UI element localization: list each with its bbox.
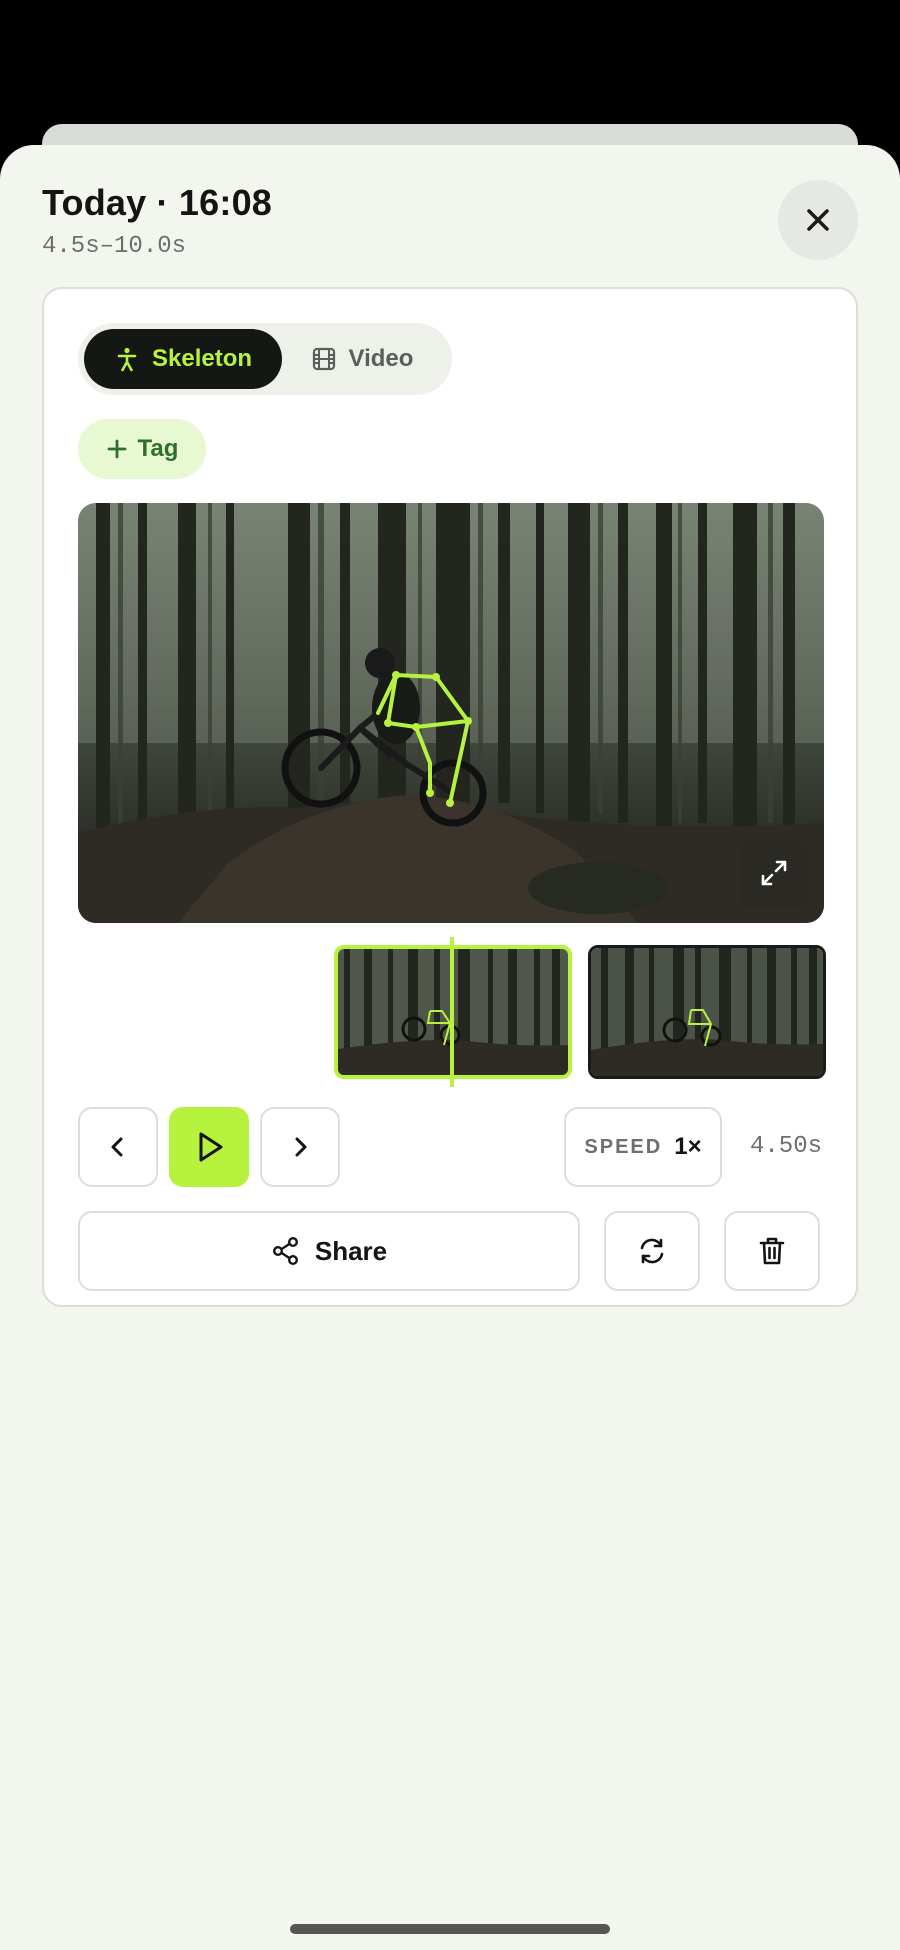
frame-thumbnail	[591, 948, 823, 1076]
share-icon	[272, 1237, 298, 1266]
delete-button[interactable]	[724, 1211, 820, 1291]
fullscreen-button[interactable]	[740, 839, 808, 907]
person-icon	[117, 347, 137, 372]
toggle-video-label: Video	[348, 345, 414, 372]
speed-label: SPEED	[584, 1135, 663, 1158]
speed-button[interactable]: SPEED 1×	[564, 1107, 722, 1187]
play-button[interactable]	[169, 1107, 249, 1187]
share-label: Share	[314, 1235, 388, 1266]
view-toggle: Skeleton Video	[78, 323, 452, 395]
next-frame-button[interactable]	[260, 1107, 340, 1187]
toggle-video[interactable]: Video	[282, 329, 442, 389]
speed-value: 1×	[674, 1133, 702, 1160]
clip-time-range: 4.5s–10.0s	[42, 233, 187, 260]
timeline-strip	[44, 937, 860, 1087]
chevron-right-icon	[295, 1137, 307, 1157]
home-indicator[interactable]	[290, 1924, 610, 1934]
close-button[interactable]	[778, 180, 858, 260]
previous-frame-button[interactable]	[78, 1107, 158, 1187]
close-icon	[807, 209, 829, 231]
toggle-skeleton-label: Skeleton	[151, 345, 253, 372]
refresh-icon	[640, 1238, 664, 1264]
clip-title: Today · 16:08	[42, 182, 273, 223]
clip-card: Skeleton Video Tag SPEED 1× 4.50s Share	[42, 287, 858, 1307]
refresh-button[interactable]	[604, 1211, 700, 1291]
chevron-left-icon	[111, 1137, 123, 1157]
timeline-frame[interactable]	[588, 945, 826, 1079]
film-icon	[312, 347, 335, 371]
add-tag-label: Tag	[137, 435, 179, 462]
current-time: 4.50s	[749, 1133, 822, 1160]
share-button[interactable]: Share	[78, 1211, 580, 1291]
plus-icon	[107, 439, 126, 459]
clip-detail-sheet: Today · 16:08 4.5s–10.0s Skeleton Video	[0, 145, 900, 1950]
video-frame	[78, 503, 824, 923]
add-tag-button[interactable]: Tag	[78, 419, 206, 479]
toggle-skeleton[interactable]: Skeleton	[84, 329, 282, 389]
playhead[interactable]	[450, 937, 454, 1087]
trash-icon	[759, 1237, 785, 1265]
play-icon	[199, 1132, 223, 1162]
video-player[interactable]	[78, 503, 824, 923]
expand-icon	[761, 860, 787, 886]
